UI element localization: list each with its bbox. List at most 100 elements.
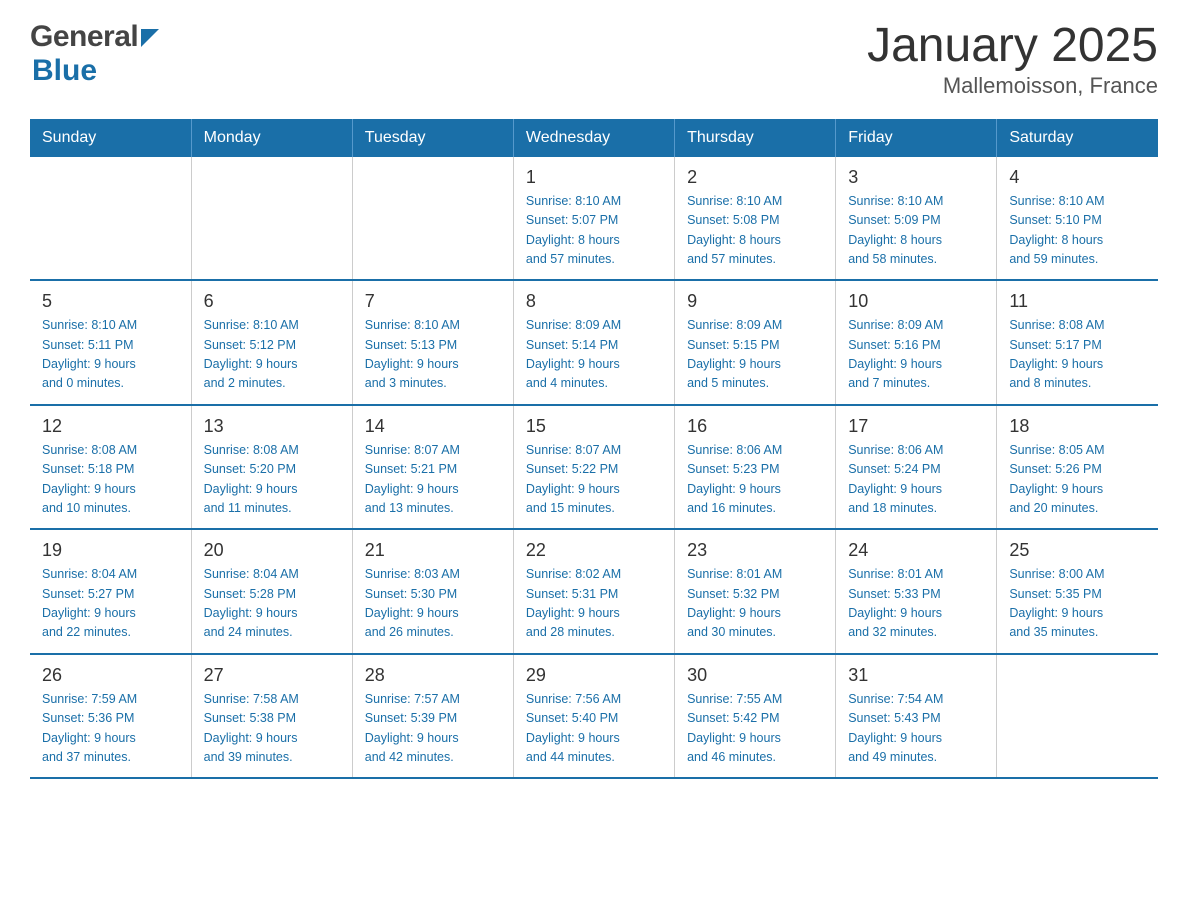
week-row-1: 1 Sunrise: 8:10 AM Sunset: 5:07 PM Daylig…: [30, 157, 1158, 281]
calendar-cell: 17 Sunrise: 8:06 AM Sunset: 5:24 PM Dayli…: [836, 405, 997, 530]
weekday-header-thursday: Thursday: [675, 119, 836, 157]
calendar-cell: 30 Sunrise: 7:55 AM Sunset: 5:42 PM Dayli…: [675, 654, 836, 779]
day-number: 17: [848, 416, 984, 437]
day-number: 3: [848, 167, 984, 188]
day-number: 29: [526, 665, 662, 686]
weekday-header-wednesday: Wednesday: [513, 119, 674, 157]
calendar-cell: 19 Sunrise: 8:04 AM Sunset: 5:27 PM Dayli…: [30, 529, 191, 654]
day-number: 10: [848, 291, 984, 312]
day-number: 1: [526, 167, 662, 188]
day-sun-info: Sunrise: 8:08 AM Sunset: 5:18 PM Dayligh…: [42, 441, 179, 519]
day-sun-info: Sunrise: 8:10 AM Sunset: 5:07 PM Dayligh…: [526, 192, 662, 270]
day-number: 30: [687, 665, 823, 686]
day-sun-info: Sunrise: 8:09 AM Sunset: 5:15 PM Dayligh…: [687, 316, 823, 394]
day-sun-info: Sunrise: 8:08 AM Sunset: 5:20 PM Dayligh…: [204, 441, 340, 519]
calendar-cell: 26 Sunrise: 7:59 AM Sunset: 5:36 PM Dayli…: [30, 654, 191, 779]
calendar-cell: 4 Sunrise: 8:10 AM Sunset: 5:10 PM Daylig…: [997, 157, 1158, 281]
calendar-cell: 31 Sunrise: 7:54 AM Sunset: 5:43 PM Dayli…: [836, 654, 997, 779]
logo: General Blue: [30, 20, 159, 88]
calendar-cell: 8 Sunrise: 8:09 AM Sunset: 5:14 PM Daylig…: [513, 280, 674, 405]
day-sun-info: Sunrise: 8:01 AM Sunset: 5:32 PM Dayligh…: [687, 565, 823, 643]
day-number: 27: [204, 665, 340, 686]
calendar-cell: 21Sunrise: 8:03 AM Sunset: 5:30 PM Dayli…: [352, 529, 513, 654]
calendar-cell: 14 Sunrise: 8:07 AM Sunset: 5:21 PM Dayli…: [352, 405, 513, 530]
day-sun-info: Sunrise: 8:10 AM Sunset: 5:09 PM Dayligh…: [848, 192, 984, 270]
day-number: 20: [204, 540, 340, 561]
day-sun-info: Sunrise: 8:09 AM Sunset: 5:14 PM Dayligh…: [526, 316, 662, 394]
calendar-cell: 15 Sunrise: 8:07 AM Sunset: 5:22 PM Dayli…: [513, 405, 674, 530]
day-sun-info: Sunrise: 8:10 AM Sunset: 5:11 PM Dayligh…: [42, 316, 179, 394]
day-sun-info: Sunrise: 8:02 AM Sunset: 5:31 PM Dayligh…: [526, 565, 662, 643]
day-sun-info: Sunrise: 7:57 AM Sunset: 5:39 PM Dayligh…: [365, 690, 501, 768]
calendar-cell: [191, 157, 352, 281]
calendar-cell: 25 Sunrise: 8:00 AM Sunset: 5:35 PM Dayli…: [997, 529, 1158, 654]
day-sun-info: Sunrise: 8:06 AM Sunset: 5:24 PM Dayligh…: [848, 441, 984, 519]
day-sun-info: Sunrise: 8:10 AM Sunset: 5:08 PM Dayligh…: [687, 192, 823, 270]
day-sun-info: Sunrise: 7:55 AM Sunset: 5:42 PM Dayligh…: [687, 690, 823, 768]
calendar-cell: 16Sunrise: 8:06 AM Sunset: 5:23 PM Dayli…: [675, 405, 836, 530]
calendar-subtitle: Mallemoisson, France: [867, 73, 1158, 99]
day-sun-info: Sunrise: 8:09 AM Sunset: 5:16 PM Dayligh…: [848, 316, 984, 394]
day-number: 7: [365, 291, 501, 312]
day-number: 8: [526, 291, 662, 312]
calendar-cell: 12Sunrise: 8:08 AM Sunset: 5:18 PM Dayli…: [30, 405, 191, 530]
calendar-cell: 13 Sunrise: 8:08 AM Sunset: 5:20 PM Dayli…: [191, 405, 352, 530]
day-number: 28: [365, 665, 501, 686]
day-number: 18: [1009, 416, 1146, 437]
day-sun-info: Sunrise: 8:03 AM Sunset: 5:30 PM Dayligh…: [365, 565, 501, 643]
calendar-table: SundayMondayTuesdayWednesdayThursdayFrid…: [30, 119, 1158, 780]
day-number: 26: [42, 665, 179, 686]
day-sun-info: Sunrise: 8:04 AM Sunset: 5:28 PM Dayligh…: [204, 565, 340, 643]
day-sun-info: Sunrise: 8:10 AM Sunset: 5:13 PM Dayligh…: [365, 316, 501, 394]
day-sun-info: Sunrise: 8:10 AM Sunset: 5:10 PM Dayligh…: [1009, 192, 1146, 270]
day-number: 31: [848, 665, 984, 686]
calendar-cell: 9 Sunrise: 8:09 AM Sunset: 5:15 PM Daylig…: [675, 280, 836, 405]
logo-general-text: General: [30, 20, 138, 54]
day-sun-info: Sunrise: 8:07 AM Sunset: 5:21 PM Dayligh…: [365, 441, 501, 519]
day-sun-info: Sunrise: 8:07 AM Sunset: 5:22 PM Dayligh…: [526, 441, 662, 519]
calendar-cell: 23Sunrise: 8:01 AM Sunset: 5:32 PM Dayli…: [675, 529, 836, 654]
calendar-cell: 3 Sunrise: 8:10 AM Sunset: 5:09 PM Daylig…: [836, 157, 997, 281]
day-number: 19: [42, 540, 179, 561]
calendar-cell: [352, 157, 513, 281]
day-number: 24: [848, 540, 984, 561]
day-number: 6: [204, 291, 340, 312]
week-row-3: 12Sunrise: 8:08 AM Sunset: 5:18 PM Dayli…: [30, 405, 1158, 530]
day-sun-info: Sunrise: 7:58 AM Sunset: 5:38 PM Dayligh…: [204, 690, 340, 768]
day-number: 5: [42, 291, 179, 312]
calendar-cell: 27 Sunrise: 7:58 AM Sunset: 5:38 PM Dayli…: [191, 654, 352, 779]
day-number: 11: [1009, 291, 1146, 312]
calendar-title-block: January 2025 Mallemoisson, France: [867, 20, 1158, 99]
calendar-cell: 22 Sunrise: 8:02 AM Sunset: 5:31 PM Dayli…: [513, 529, 674, 654]
weekday-header-sunday: Sunday: [30, 119, 191, 157]
day-sun-info: Sunrise: 7:54 AM Sunset: 5:43 PM Dayligh…: [848, 690, 984, 768]
calendar-cell: 5 Sunrise: 8:10 AM Sunset: 5:11 PM Daylig…: [30, 280, 191, 405]
day-number: 14: [365, 416, 501, 437]
day-sun-info: Sunrise: 7:59 AM Sunset: 5:36 PM Dayligh…: [42, 690, 179, 768]
week-row-4: 19 Sunrise: 8:04 AM Sunset: 5:27 PM Dayli…: [30, 529, 1158, 654]
calendar-cell: 2 Sunrise: 8:10 AM Sunset: 5:08 PM Daylig…: [675, 157, 836, 281]
calendar-cell: 18 Sunrise: 8:05 AM Sunset: 5:26 PM Dayli…: [997, 405, 1158, 530]
week-row-2: 5 Sunrise: 8:10 AM Sunset: 5:11 PM Daylig…: [30, 280, 1158, 405]
calendar-cell: 10 Sunrise: 8:09 AM Sunset: 5:16 PM Dayli…: [836, 280, 997, 405]
weekday-header-friday: Friday: [836, 119, 997, 157]
day-sun-info: Sunrise: 8:00 AM Sunset: 5:35 PM Dayligh…: [1009, 565, 1146, 643]
weekday-header-tuesday: Tuesday: [352, 119, 513, 157]
day-sun-info: Sunrise: 8:08 AM Sunset: 5:17 PM Dayligh…: [1009, 316, 1146, 394]
day-number: 16: [687, 416, 823, 437]
day-sun-info: Sunrise: 8:05 AM Sunset: 5:26 PM Dayligh…: [1009, 441, 1146, 519]
calendar-cell: 29Sunrise: 7:56 AM Sunset: 5:40 PM Dayli…: [513, 654, 674, 779]
day-number: 2: [687, 167, 823, 188]
calendar-cell: [30, 157, 191, 281]
calendar-cell: 20 Sunrise: 8:04 AM Sunset: 5:28 PM Dayli…: [191, 529, 352, 654]
day-number: 25: [1009, 540, 1146, 561]
day-number: 13: [204, 416, 340, 437]
day-number: 15: [526, 416, 662, 437]
day-number: 4: [1009, 167, 1146, 188]
day-sun-info: Sunrise: 8:04 AM Sunset: 5:27 PM Dayligh…: [42, 565, 179, 643]
weekday-header-row: SundayMondayTuesdayWednesdayThursdayFrid…: [30, 119, 1158, 157]
calendar-cell: 28 Sunrise: 7:57 AM Sunset: 5:39 PM Dayli…: [352, 654, 513, 779]
calendar-cell: 24Sunrise: 8:01 AM Sunset: 5:33 PM Dayli…: [836, 529, 997, 654]
day-number: 22: [526, 540, 662, 561]
day-number: 9: [687, 291, 823, 312]
